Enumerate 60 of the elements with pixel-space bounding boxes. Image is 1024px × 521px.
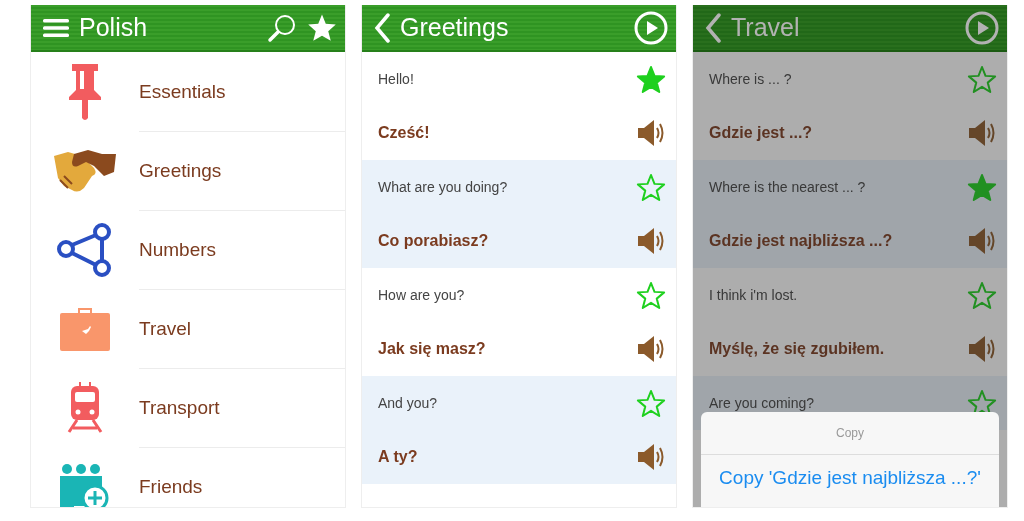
speaker-icon[interactable] [636, 442, 666, 472]
polish-phrase: Cześć! [378, 124, 430, 142]
speaker-icon[interactable] [636, 334, 666, 364]
english-phrase: And you? [378, 395, 438, 411]
category-label: Greetings [139, 159, 222, 182]
polish-phrase: Gdzie jest najbliższa ...? [709, 232, 893, 250]
category-item[interactable]: Essentials [31, 52, 345, 131]
phrase-card[interactable]: Where is the nearest ... ? Gdzie jest najbliższa ...? [693, 160, 1007, 268]
polish-phrase: Jak się masz? [378, 340, 486, 358]
speaker-icon[interactable] [967, 118, 997, 148]
star-icon[interactable] [636, 172, 666, 202]
category-item[interactable]: Transport [31, 368, 345, 447]
play-icon[interactable] [965, 10, 999, 45]
speaker-icon[interactable] [967, 226, 997, 256]
english-phrase: Where is ... ? [709, 71, 792, 87]
category-item[interactable]: Friends [31, 447, 345, 507]
train-icon [67, 381, 103, 434]
star-icon[interactable] [307, 13, 337, 42]
category-item[interactable]: Travel [31, 289, 345, 368]
speaker-icon[interactable] [967, 334, 997, 364]
category-item[interactable]: Numbers [31, 210, 345, 289]
handshake-icon [54, 147, 116, 194]
phrase-card[interactable]: What are you doing? Co porabiasz? [362, 160, 676, 268]
share-nodes-icon [56, 221, 114, 278]
speaker-icon[interactable] [636, 226, 666, 256]
sheet-title: Copy [701, 412, 999, 455]
polish-phrase: Gdzie jest ...? [709, 124, 813, 142]
category-item[interactable]: Greetings [31, 131, 345, 210]
english-phrase: Where is the nearest ... ? [709, 179, 866, 195]
menu-icon[interactable] [43, 17, 69, 38]
polish-phrase: Co porabiasz? [378, 232, 489, 250]
star-icon[interactable] [636, 64, 666, 94]
category-label: Transport [139, 396, 220, 419]
english-phrase: How are you? [378, 287, 465, 303]
category-label: Travel [139, 317, 192, 340]
category-label: Numbers [139, 238, 217, 261]
suitcase-icon [60, 306, 110, 351]
search-icon[interactable] [267, 12, 297, 43]
english-phrase: Hello! [378, 71, 414, 87]
english-phrase: I think i'm lost. [709, 287, 798, 303]
play-icon[interactable] [634, 10, 668, 45]
star-icon[interactable] [967, 64, 997, 94]
english-phrase: What are you doing? [378, 179, 508, 195]
back-icon[interactable] [705, 12, 721, 43]
category-label: Friends [139, 475, 203, 498]
polish-phrase: A ty? [378, 448, 418, 466]
screen-title: Travel [731, 13, 800, 42]
polish-phrase: Myślę, że się zgubiłem. [709, 340, 885, 358]
pushpin-icon [68, 63, 102, 120]
star-icon[interactable] [967, 172, 997, 202]
phrase-card[interactable]: And you? A ty? [362, 376, 676, 484]
screen-title: Greetings [400, 13, 509, 42]
speaker-icon[interactable] [636, 118, 666, 148]
category-label: Essentials [139, 80, 226, 103]
star-icon[interactable] [636, 280, 666, 310]
star-icon[interactable] [967, 280, 997, 310]
back-icon[interactable] [374, 12, 390, 43]
screen-title: Polish [79, 13, 148, 42]
english-phrase: Are you coming? [709, 395, 815, 411]
star-icon[interactable] [636, 388, 666, 418]
